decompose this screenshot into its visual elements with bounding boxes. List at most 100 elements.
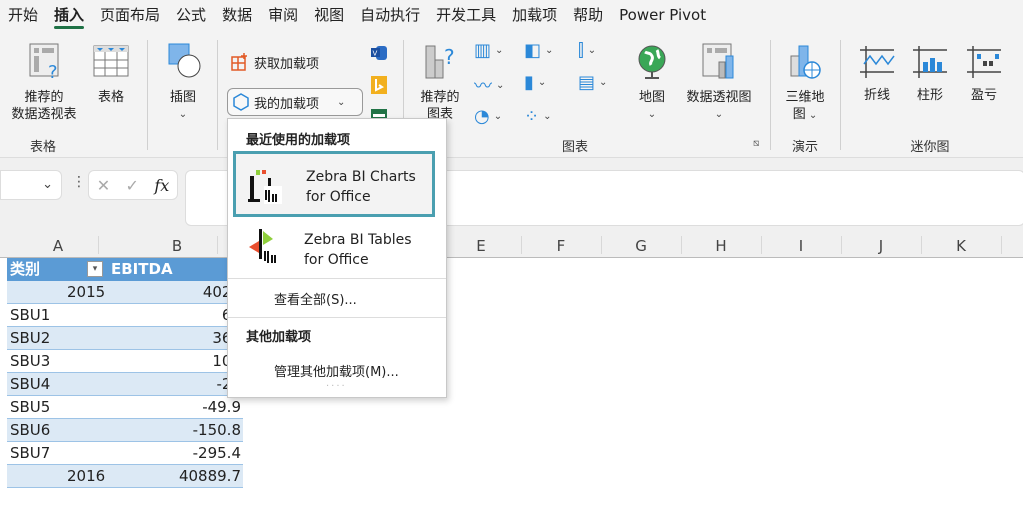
tab-2[interactable]: 页面布局	[92, 0, 168, 32]
tab-6[interactable]: 视图	[306, 0, 352, 32]
table-row[interactable]: SBU5 -49.9	[7, 396, 243, 419]
waterfall-chart-button[interactable]: ⫿ ⌄	[578, 40, 596, 61]
cell-category[interactable]: SBU6	[10, 419, 50, 442]
table-row[interactable]: SBU2361	[7, 327, 243, 350]
column-header-E[interactable]: E	[441, 237, 521, 255]
recommended-charts-button[interactable]: ? 推荐的 图表	[414, 42, 466, 123]
pivotchart-button[interactable]: 数据透视图 ⌄	[678, 42, 760, 123]
label: 柱形	[916, 88, 943, 103]
tab-0[interactable]: 开始	[0, 0, 46, 32]
table-row[interactable]: SBU166	[7, 304, 243, 327]
maps-button[interactable]: 地图 ⌄	[630, 42, 674, 123]
sparkline-winloss-button[interactable]: 盈亏	[962, 44, 1006, 104]
recommended-pivottables-button[interactable]: ? 推荐的 数据透视表	[6, 42, 82, 123]
combo-chart-button[interactable]: ▤ ⌄	[578, 72, 607, 93]
tab-5[interactable]: 审阅	[260, 0, 306, 32]
filter-dropdown-icon[interactable]: ▾	[87, 261, 103, 277]
column-divider[interactable]	[217, 236, 218, 254]
pivotchart-icon	[702, 43, 734, 79]
addin-zebra-bi-charts[interactable]: Zebra BI Charts for Office	[233, 151, 435, 217]
table-row[interactable]: SBU3104	[7, 350, 243, 373]
label: 数据透视表	[11, 107, 77, 122]
addin-zebra-bi-tables[interactable]: Zebra BI Tables for Office	[234, 217, 434, 283]
chevron-down-icon[interactable]: ⌄	[42, 177, 53, 192]
scatter-chart-button[interactable]: ⁘ ⌄	[524, 106, 551, 127]
column-header-I[interactable]: I	[761, 237, 841, 255]
column-header-J[interactable]: J	[841, 237, 921, 255]
column-divider[interactable]	[1001, 236, 1002, 254]
insert-function-icon[interactable]: fx	[154, 176, 169, 195]
tab-11[interactable]: Power Pivot	[611, 0, 714, 32]
tab-9[interactable]: 加载项	[504, 0, 565, 32]
name-box[interactable]: ⌄	[0, 170, 62, 200]
chevron-down-icon: ⌄	[537, 77, 547, 88]
my-addins-dropdown: 最近使用的加载项 Zebra BI Charts for Office Zebra…	[227, 118, 447, 398]
column-header-category: 类别	[10, 260, 41, 278]
column-header-B[interactable]: B	[137, 237, 217, 255]
cell-ebitda[interactable]: -150.8	[193, 419, 241, 442]
cell-ebitda[interactable]: 40889.7	[179, 465, 241, 488]
tab-7[interactable]: 自动执行	[352, 0, 428, 32]
cell-category[interactable]: SBU2	[10, 327, 50, 350]
statistic-chart-button[interactable]: ▮ ⌄	[524, 72, 546, 93]
bing-icon[interactable]	[371, 76, 387, 94]
cell-category[interactable]: SBU5	[10, 396, 50, 419]
table-row[interactable]: 2016 40889.7	[7, 465, 243, 488]
separator	[840, 40, 841, 150]
3d-map-button[interactable]: 三维地 图 ⌄	[778, 42, 832, 124]
dialog-launcher-icon[interactable]: ⧅	[753, 138, 759, 149]
resize-grip[interactable]: ····	[326, 381, 347, 392]
cell-ebitda[interactable]: -49.9	[202, 396, 241, 419]
pie-chart-button[interactable]: ◔ ⌄	[474, 106, 502, 127]
table-row[interactable]: SBU7 -295.4	[7, 442, 243, 465]
tab-4[interactable]: 数据	[214, 0, 260, 32]
cancel-icon[interactable]: ✕	[97, 176, 110, 195]
cell-category[interactable]: SBU7	[10, 442, 50, 465]
manage-other-addins-link[interactable]: 管理其他加载项(M)...	[274, 361, 399, 380]
my-addins-button[interactable]: 我的加载项 ⌄	[227, 88, 363, 116]
cell-category[interactable]: SBU4	[10, 373, 50, 396]
chevron-down-icon: ⌄	[599, 77, 608, 88]
more-options-icon[interactable]: ⋮	[72, 174, 86, 190]
tab-3[interactable]: 公式	[168, 0, 214, 32]
table-button[interactable]: 表格	[88, 42, 134, 106]
illustrations-button[interactable]: 插图 ⌄	[158, 42, 208, 123]
tab-1[interactable]: 插入	[46, 0, 92, 32]
tab-8[interactable]: 开发工具	[428, 0, 504, 32]
table-row[interactable]: 2015 4028	[7, 281, 243, 304]
formula-buttons: ✕ ✓ fx	[88, 170, 178, 200]
enter-icon[interactable]: ✓	[126, 176, 139, 195]
get-addins-button[interactable]: 获取加载项	[230, 52, 319, 72]
cell-category[interactable]: 2016	[67, 465, 105, 488]
sparkline-column-button[interactable]: 柱形	[908, 44, 952, 104]
line-chart-icon: 〰	[474, 76, 492, 97]
cell-category[interactable]: SBU1	[10, 304, 50, 327]
column-divider[interactable]	[98, 236, 99, 254]
column-chart-button[interactable]: ▥ ⌄	[474, 40, 503, 61]
column-header-K[interactable]: K	[921, 237, 1001, 255]
column-header-A[interactable]: A	[18, 237, 98, 255]
cell-category[interactable]: 2015	[67, 281, 105, 304]
chevron-down-icon: ⌄	[496, 79, 505, 91]
column-header-G[interactable]: G	[601, 237, 681, 255]
visio-icon[interactable]: V	[370, 44, 388, 62]
cell-category[interactable]: SBU3	[10, 350, 50, 373]
separator	[228, 317, 446, 318]
label: 获取加载项	[254, 56, 320, 72]
view-all-addins-link[interactable]: 查看全部(S)...	[274, 289, 357, 308]
addin-hexagon-icon	[233, 93, 249, 111]
hierarchy-chart-icon: ◧	[524, 40, 542, 61]
line-chart-button[interactable]: 〰 ⌄	[474, 72, 504, 98]
tab-10[interactable]: 帮助	[565, 0, 611, 32]
hierarchy-chart-button[interactable]: ◧ ⌄	[524, 40, 553, 61]
chevron-down-icon: ⌄	[805, 110, 818, 121]
label: 三维地	[785, 90, 825, 105]
table-row[interactable]: SBU6 -150.8	[7, 419, 243, 442]
sparkline-line-button[interactable]: 折线	[855, 44, 899, 104]
cell-ebitda[interactable]: -295.4	[193, 442, 241, 465]
group-label-sparklines: 迷你图	[910, 140, 950, 155]
worksheet-grid[interactable]: 类别 ▾ EBITDA 20154028SBU166SBU2361SBU3104…	[0, 258, 1023, 510]
column-header-H[interactable]: H	[681, 237, 761, 255]
table-row[interactable]: SBU4-27	[7, 373, 243, 396]
column-header-F[interactable]: F	[521, 237, 601, 255]
